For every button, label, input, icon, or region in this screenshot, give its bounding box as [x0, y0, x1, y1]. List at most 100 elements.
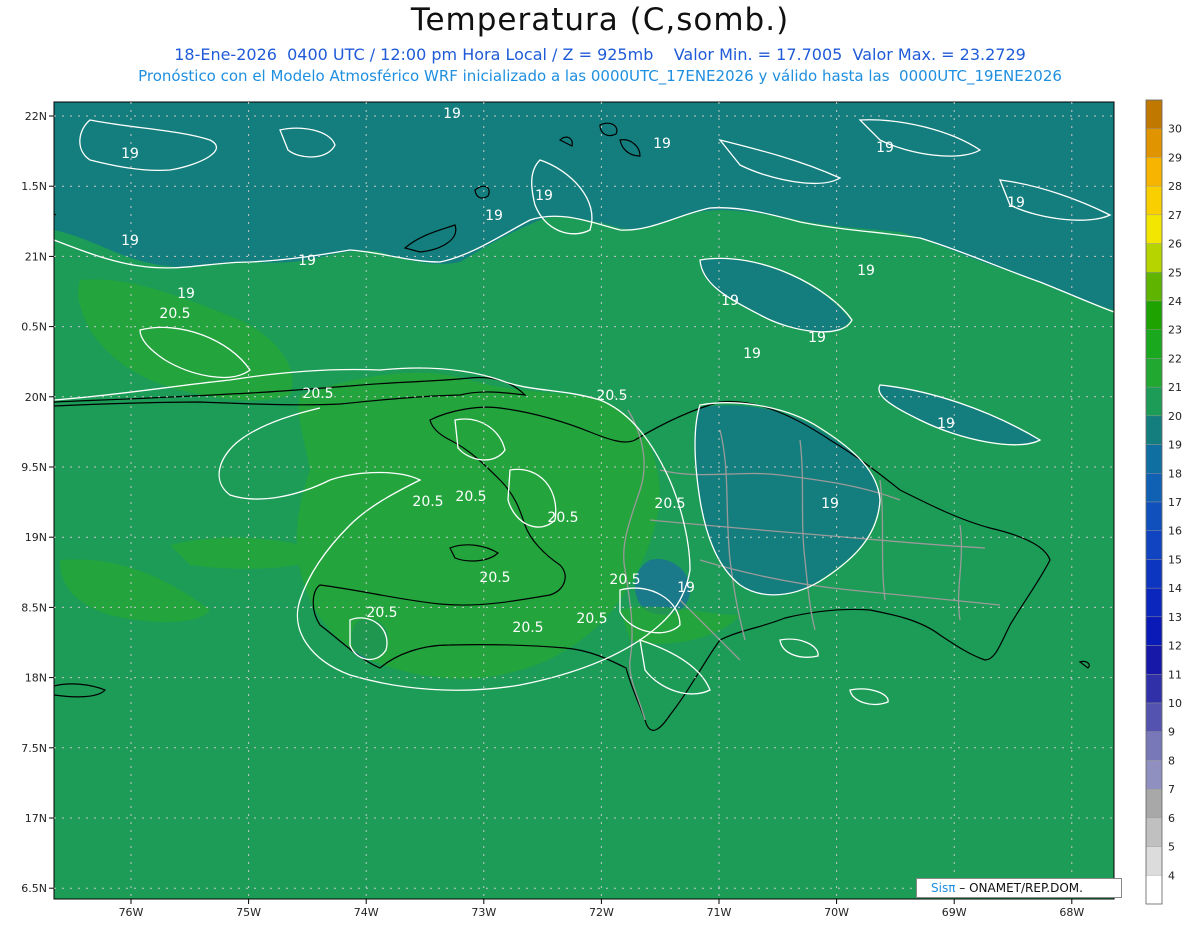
colorbar-label: 4 — [1168, 869, 1175, 882]
colorbar-label: 17 — [1168, 496, 1182, 509]
lat-tick-label: 21N — [25, 250, 47, 263]
colorbar-label: 10 — [1168, 697, 1182, 710]
colorbar-swatch — [1145, 587, 1163, 618]
lon-tick-label: 73W — [471, 906, 496, 919]
contour-label: 19 — [808, 330, 826, 346]
colorbar: 30 29 28 27 26 25 24 23 22 21 20 19 18 17 16 15 14 13 12 11… — [1145, 99, 1182, 905]
colorbar-swatch — [1145, 272, 1163, 302]
colorbar-label: 29 — [1168, 151, 1182, 164]
colorbar-label: 7 — [1168, 783, 1175, 796]
colorbar-label: 24 — [1168, 295, 1182, 308]
colorbar-label: 28 — [1168, 180, 1182, 193]
contour-label: 19 — [121, 233, 139, 249]
contour-label: 19 — [1007, 195, 1025, 211]
contour-label: 20.5 — [366, 605, 397, 621]
lat-tick-label: 19N — [25, 531, 47, 544]
contour-label: 19 — [857, 263, 875, 279]
contour-label: 19 — [721, 293, 739, 309]
colorbar-swatch — [1145, 358, 1163, 388]
colorbar-swatch — [1145, 386, 1163, 417]
lat-tick-label: 0.5N — [21, 321, 47, 334]
colorbar-swatch — [1145, 329, 1163, 359]
colorbar-swatch — [1145, 559, 1163, 589]
lat-tick-label: 1.5N — [21, 180, 47, 193]
colorbar-swatch — [1145, 157, 1163, 187]
colorbar-swatch — [1145, 702, 1163, 732]
lat-tick-label: 18N — [25, 672, 47, 685]
contour-label: 19 — [876, 140, 894, 156]
contour-label: 20.5 — [512, 620, 543, 636]
colorbar-swatch — [1145, 243, 1163, 273]
contour-label: 20.5 — [609, 572, 640, 588]
colorbar-label: 25 — [1168, 266, 1182, 279]
lon-tick-label: 75W — [236, 906, 261, 919]
colorbar-swatch — [1145, 788, 1163, 819]
colorbar-swatch — [1145, 473, 1163, 503]
contour-label: 19 — [821, 496, 839, 512]
colorbar-label: 19 — [1168, 439, 1182, 452]
lon-tick-label: 72W — [589, 906, 614, 919]
lat-tick-label: 22N — [25, 110, 47, 123]
colorbar-swatch — [1145, 817, 1163, 847]
colorbar-swatch — [1145, 674, 1163, 704]
colorbar-swatch — [1145, 444, 1163, 474]
contour-label: 19 — [743, 346, 761, 362]
colorbar-swatch — [1145, 731, 1163, 761]
colorbar-label: 27 — [1168, 209, 1182, 222]
lat-tick-label: 20N — [25, 391, 47, 404]
contour-label: 20.5 — [596, 388, 627, 404]
colorbar-label: 30 — [1168, 123, 1182, 136]
credit-box: Sisπ – ONAMET/REP.DOM. — [916, 878, 1122, 898]
colorbar-label: 9 — [1168, 726, 1175, 739]
temperature-map: 22N 1.5N 21N 0.5N 20N 9.5N 19N 8.5N 18N 7.5N 17N 6.… — [21, 99, 1182, 919]
colorbar-label: 14 — [1168, 582, 1182, 595]
credit-text: – ONAMET/REP.DOM. — [959, 881, 1083, 895]
lon-tick-label: 71W — [707, 906, 732, 919]
colorbar-label: 23 — [1168, 324, 1182, 337]
colorbar-label: 20 — [1168, 410, 1182, 423]
colorbar-label: 21 — [1168, 381, 1182, 394]
colorbar-swatch — [1145, 214, 1163, 244]
colorbar-swatch — [1145, 616, 1163, 646]
lon-tick-label: 68W — [1059, 906, 1084, 919]
contour-label: 19 — [937, 416, 955, 432]
latitude-axis: 22N 1.5N 21N 0.5N 20N 9.5N 19N 8.5N 18N 7.5N 17N 6.… — [21, 110, 54, 895]
contour-label: 20.5 — [479, 570, 510, 586]
lat-tick-label: 9.5N — [21, 461, 47, 474]
lat-tick-label: 6.5N — [21, 882, 47, 895]
contour-label: 20.5 — [159, 306, 190, 322]
colorbar-label: 13 — [1168, 611, 1182, 624]
colorbar-swatch — [1145, 875, 1163, 905]
colorbar-label: 16 — [1168, 525, 1182, 538]
colorbar-swatch — [1145, 530, 1163, 560]
contour-label: 19 — [485, 208, 503, 224]
colorbar-label: 8 — [1168, 754, 1175, 767]
colorbar-swatch — [1145, 415, 1163, 445]
colorbar-label: 6 — [1168, 812, 1175, 825]
colorbar-swatch — [1145, 300, 1163, 330]
colorbar-swatch — [1145, 185, 1163, 216]
contour-label: 20.5 — [654, 496, 685, 512]
colorbar-swatch — [1145, 128, 1163, 158]
colorbar-label: 15 — [1168, 553, 1182, 566]
map-plot-area — [54, 102, 1114, 899]
colorbar-label: 12 — [1168, 640, 1182, 653]
colorbar-label: 5 — [1168, 841, 1175, 854]
colorbar-swatch — [1145, 645, 1163, 675]
lat-tick-label: 8.5N — [21, 601, 47, 614]
colorbar-label: 18 — [1168, 467, 1182, 480]
colorbar-label: 22 — [1168, 352, 1182, 365]
lon-tick-label: 76W — [119, 906, 144, 919]
colorbar-label: 11 — [1168, 668, 1182, 681]
contour-label: 19 — [677, 580, 695, 596]
contour-label: 19 — [653, 136, 671, 152]
contour-label: 20.5 — [455, 489, 486, 505]
lat-tick-label: 7.5N — [21, 742, 47, 755]
contour-label: 20.5 — [576, 611, 607, 627]
colorbar-swatch — [1145, 760, 1163, 790]
colorbar-swatch — [1145, 99, 1163, 129]
contour-label: 19 — [443, 106, 461, 122]
contour-label: 20.5 — [412, 494, 443, 510]
sispi-logo: Sisπ — [931, 881, 956, 895]
colorbar-label: 26 — [1168, 238, 1182, 251]
